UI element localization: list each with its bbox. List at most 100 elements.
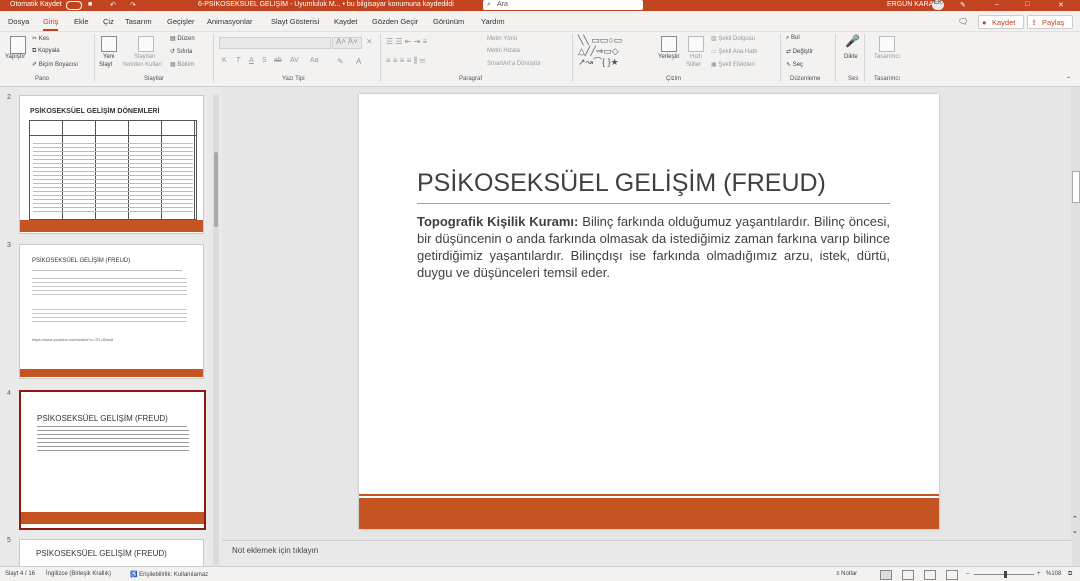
comments-icon[interactable]: 🗨 [958,17,968,26]
tab-view[interactable]: Görünüm [433,17,464,26]
quick-styles-icon[interactable] [688,36,704,52]
increase-font-icon[interactable]: A˄ A˅ [336,37,358,46]
tab-transitions[interactable]: Geçişler [167,17,195,26]
tab-draw[interactable]: Çiz [103,17,114,26]
redo-icon[interactable]: ↷ [130,1,136,9]
quick-styles-label-2[interactable]: Stiller [686,62,701,68]
pen-icon[interactable]: ✎ [960,1,966,9]
change-case-button[interactable]: Aa [310,57,319,64]
user-name[interactable]: ERGÜN KARA [887,1,933,8]
cut-button[interactable]: ✂ Kes [32,35,49,42]
quick-styles-label[interactable]: Hızlı [690,54,702,60]
font-name-select[interactable] [219,37,331,49]
font-color-icon[interactable]: A [356,57,361,66]
undo-icon[interactable]: ↶ [110,1,116,9]
minimize-icon[interactable]: – [995,1,999,8]
notes-pane[interactable]: Not eklemek için tıklayın [222,540,1072,566]
slide-body[interactable]: Topografik Kişilik Kuramı: Bilinç farkın… [417,213,890,281]
shape-effects-button[interactable]: ▣ Şekil Efektleri [711,61,755,68]
clear-format-icon[interactable]: ⨯ [366,37,373,46]
highlight-icon[interactable]: ✎ [337,57,344,66]
find-button[interactable]: ⌕ Bul [786,35,800,42]
slide-title[interactable]: PSİKOSEKSÜEL GELİŞİM (FREUD) [417,169,826,198]
prev-slide-icon[interactable]: ⌃ [1072,515,1078,523]
slide-thumbnail-3[interactable]: PSİKOSEKSÜEL GELİŞİM (FREUD) https://www… [19,244,204,379]
slide-sorter-icon[interactable] [902,570,914,580]
reset-button[interactable]: ↺ Sıfırla [170,48,192,55]
slide-thumbnail-4[interactable]: PSİKOSEKSÜEL GELİŞİM (FREUD) [19,390,206,530]
fit-slide-icon[interactable]: ⧉ [1068,571,1072,578]
notes-toggle[interactable]: ≡ Notlar [836,571,857,577]
next-slide-icon[interactable]: ⌄ [1072,527,1078,535]
tab-record[interactable]: Kaydet [334,17,357,26]
designer-icon[interactable] [879,36,895,52]
underline-button[interactable]: A [249,57,254,64]
new-slide-icon[interactable] [101,36,117,52]
strikethrough-button[interactable]: ab [274,57,282,64]
slide-scrollbar[interactable]: ⌃ ⌄ [1071,87,1080,567]
slide-canvas[interactable]: PSİKOSEKSÜEL GELİŞİM (FREUD) Topografik … [359,94,939,529]
shape-outline-button[interactable]: ▭ Şekil Ana Hattı [711,48,758,55]
new-slide-label[interactable]: Yeni [103,54,114,60]
share-button[interactable]: ⇪ Paylaş [1027,15,1073,29]
reuse-slides-label-2[interactable]: Yeniden Kullan [122,62,162,68]
select-button[interactable]: ⇖ Seç [786,61,803,68]
tab-help[interactable]: Yardım [481,17,505,26]
designer-button[interactable]: Tasarımcı [874,54,900,60]
arrange-button[interactable]: Yerleştir [658,54,679,60]
microphone-icon[interactable]: 🎤 [845,34,860,48]
bullets-icon[interactable]: ☰ ☰ ⇤ ⇥ ≡ [386,37,427,46]
save-button[interactable]: ● Kaydet [978,15,1024,29]
format-painter-button[interactable]: ✐ Biçim Boyacısı [32,61,78,68]
copy-button[interactable]: ⧉ Kopyala [32,48,60,55]
tab-animations[interactable]: Animasyonlar [207,17,252,26]
paste-icon[interactable] [10,36,26,54]
reuse-slides-label[interactable]: Slaytları [134,54,156,60]
new-slide-label-2[interactable]: Slayt [99,62,112,68]
paste-button[interactable]: Yapıştır [5,54,25,60]
search-box[interactable]: ⌕ Ara [483,0,643,10]
normal-view-icon[interactable] [880,570,892,580]
section-button[interactable]: ▦ Bölüm [170,61,194,68]
tab-slideshow[interactable]: Slayt Gösterisi [271,17,319,26]
save-icon[interactable]: ■ [88,1,92,8]
language-indicator[interactable]: İngilizce (Birleşik Krallık) [46,571,111,577]
dictate-button[interactable]: Dikte [844,54,858,60]
arrange-icon[interactable] [661,36,677,52]
avatar[interactable]: EK [932,0,944,10]
text-direction-button[interactable]: Metin Yönü [487,36,517,42]
slideshow-icon[interactable] [946,570,958,580]
bold-button[interactable]: K [222,57,227,64]
replace-button[interactable]: ⇄ Değiştir [786,48,813,55]
italic-button[interactable]: T [236,57,240,64]
restore-icon[interactable]: □ [1025,1,1029,8]
tab-review[interactable]: Gözden Geçir [372,17,418,26]
align-text-button[interactable]: Metni Hizala [487,48,520,54]
notes-placeholder[interactable]: Not eklemek için tıklayın [232,546,318,555]
tab-home[interactable]: Giriş [43,17,59,31]
align-icon[interactable]: ≡ ≡ ≡ ≡ ⫼ ☰ [386,56,425,66]
accessibility-indicator[interactable]: ♿ Erişilebilirlik: Kullanılamaz [130,571,208,578]
zoom-slider-handle[interactable] [1004,571,1007,578]
tab-file[interactable]: Dosya [8,17,29,26]
reading-view-icon[interactable] [924,570,936,580]
thumbnail-scroll-thumb[interactable] [214,152,218,227]
zoom-slider[interactable] [974,571,1034,578]
reuse-slides-icon[interactable] [138,36,154,52]
spacing-button[interactable]: AV [290,57,299,64]
shapes-gallery[interactable]: ╲╲ ▭▭○▭ △╱╱⇒▭◇ ↗↝⌒{ }★ [578,35,648,71]
layout-button[interactable]: ▤ Düzen [170,35,195,42]
shape-fill-button[interactable]: ▨ Şekil Dolgusu [711,35,755,42]
slide-thumbnail-5[interactable]: PSİKOSEKSÜEL GELİŞİM (FREUD) [19,539,204,566]
slide-scroll-thumb[interactable] [1072,171,1080,203]
tab-insert[interactable]: Ekle [74,17,89,26]
collapse-ribbon-icon[interactable]: ⌃ [1066,76,1071,83]
autosave-toggle[interactable] [66,1,82,10]
close-icon[interactable]: ✕ [1058,1,1064,9]
zoom-out-icon[interactable]: – [966,571,969,577]
smartart-button[interactable]: SmartArt'a Dönüştür [487,61,541,67]
shadow-button[interactable]: S [262,57,267,64]
slide-thumbnail-2[interactable]: PSİKOSEKSÜEL GELİŞİM DÖNEMLERİ [19,95,204,234]
zoom-in-icon[interactable]: + [1037,571,1041,577]
zoom-level[interactable]: %108 [1046,571,1061,577]
